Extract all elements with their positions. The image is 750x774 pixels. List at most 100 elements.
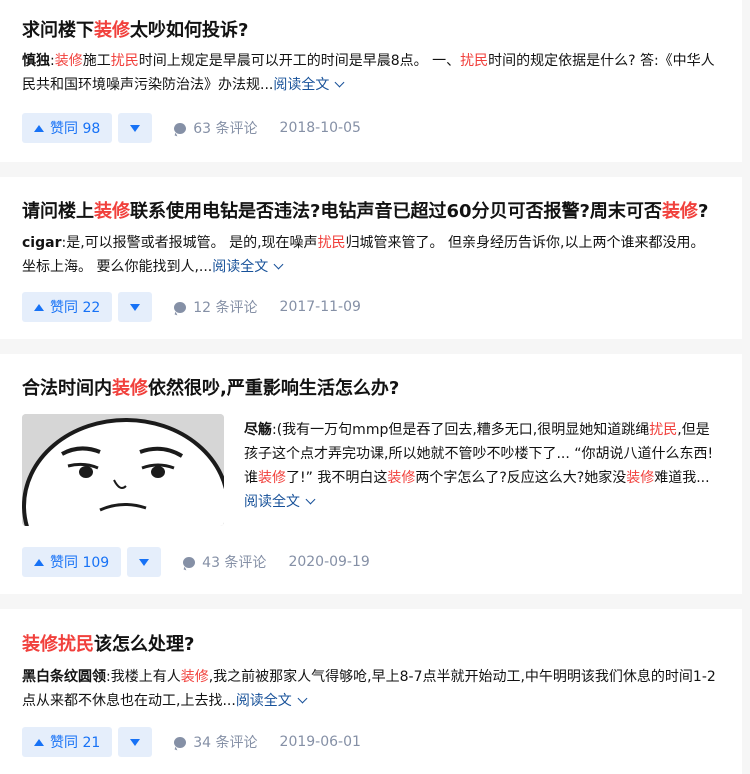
answer-card-1: 求问楼下装修太吵如何投诉? 慎独:装修施工扰民时间上规定是早晨可以开工的时间是早… [0,0,742,162]
text-segment: 依然很吵,严重影响生活怎么办? [148,378,400,399]
read-more-link[interactable]: 阅读全文 [244,494,316,510]
answer-date: 2018-10-05 [279,120,361,136]
upvote-button[interactable]: 赞同 21 [22,727,113,757]
read-more-label: 阅读全文 [235,693,292,709]
comment-bubble-icon [183,556,196,568]
read-more-label: 阅读全文 [212,259,269,275]
question-title[interactable]: 求问楼下装修太吵如何投诉? [22,18,248,44]
keyword-highlight: 装修 [387,470,416,486]
keyword-highlight: 装修 [22,634,58,655]
action-bar: 赞同 21 34 条评论 2019-06-01 [22,727,361,757]
question-title[interactable]: 请问楼上装修联系使用电钻是否违法?电钻声音已超过60分贝可否报警?周末可否装修? [22,199,708,225]
excerpt-text: 我楼上有人装修,我之前被那家人气得够呛,早上8-7点半就开始动工,中午明明该我们… [22,669,716,709]
read-more-link[interactable]: 阅读全文 [235,693,308,709]
author-name[interactable]: 尽觞 [244,422,272,438]
chevron-down-icon [305,494,316,505]
upvote-button[interactable]: 赞同 22 [22,292,113,322]
author-name[interactable]: 黑白条纹圆领 [22,669,106,685]
read-more-link[interactable]: 阅读全文 [273,77,345,93]
text-segment: ? [697,201,709,222]
text-segment: (我有一万句mmp但是吞了回去,糟多无口,很明显她知道跳绳 [276,422,650,438]
text-segment: 施工 [82,53,111,69]
answer-card-2: 请问楼上装修联系使用电钻是否违法?电钻声音已超过60分贝可否报警?周末可否装修?… [0,177,742,339]
answer-excerpt[interactable]: 慎独:装修施工扰民时间上规定是早晨可以开工的时间是早晨8点。 一、扰民时间的规定… [22,49,722,97]
read-more-link[interactable]: 阅读全文 [212,259,284,275]
author-name[interactable]: cigar [22,235,61,251]
keyword-highlight: 扰民 [649,422,678,438]
text-segment: 了!” 我不明白这 [286,470,388,486]
excerpt-text: (我有一万句mmp但是吞了回去,糟多无口,很明显她知道跳绳扰民,但是孩子这个点才… [244,422,713,486]
caret-down-icon [139,558,150,566]
keyword-highlight: 扰民 [460,53,489,69]
downvote-button[interactable] [118,113,153,143]
answer-excerpt[interactable]: 尽觞:(我有一万句mmp但是吞了回去,糟多无口,很明显她知道跳绳扰民,但是孩子这… [244,418,722,514]
answer-date: 2017-11-09 [279,299,361,315]
text-segment: 两个字怎么了?反应这么大?她家没 [415,470,627,486]
meme-face-image [22,414,224,526]
text-segment: 请问楼上 [22,201,94,222]
text-segment: 该怎么处理? [94,634,195,655]
comments-button[interactable]: 34 条评论 [174,732,258,752]
action-bar: 赞同 109 43 条评论 2020-09-19 [22,547,370,577]
upvote-label: 赞同 98 [50,121,101,137]
answer-excerpt[interactable]: cigar:是,可以报警或者报城管。 是的,现在噪声扰民归城管来管了。 但亲身经… [22,231,722,279]
keyword-highlight: 扰民 [58,634,94,655]
answer-card-3: 合法时间内装修依然很吵,严重影响生活怎么办? 尽觞:(我有一万句mmp但是吞了回… [0,354,742,594]
comments-button[interactable]: 43 条评论 [183,552,266,572]
keyword-highlight: 装修 [180,669,209,685]
keyword-highlight: 扰民 [110,53,139,69]
keyword-highlight: 装修 [94,20,130,41]
keyword-highlight: 装修 [258,470,286,486]
excerpt-text: 装修施工扰民时间上规定是早晨可以开工的时间是早晨8点。 一、扰民时间的规定依据是… [22,53,715,93]
keyword-highlight: 装修 [112,378,148,399]
comments-label: 12 条评论 [193,300,258,316]
chevron-down-icon [273,259,284,270]
text-segment: 时间上规定是早晨可以开工的时间是早晨8点。 一、 [138,53,461,69]
upvote-button[interactable]: 赞同 109 [22,547,122,577]
text-segment: 联系使用电钻是否违法?电钻声音已超过60分贝可否报警?周末可否 [130,201,662,222]
downvote-button[interactable] [127,547,162,577]
caret-up-icon [34,738,44,746]
comment-bubble-icon [174,301,187,313]
upvote-button[interactable]: 赞同 98 [22,113,113,143]
answer-date: 2020-09-19 [288,554,370,570]
comment-bubble-icon [174,736,187,748]
read-more-label: 阅读全文 [273,77,330,93]
answer-date: 2019-06-01 [279,734,361,750]
upvote-label: 赞同 22 [50,300,101,316]
keyword-highlight: 装修 [661,201,698,222]
comments-label: 63 条评论 [193,121,258,137]
author-name[interactable]: 慎独 [22,53,50,69]
text-segment: 求问楼下 [22,20,94,41]
text-segment: 难道我... [654,470,710,486]
comments-label: 34 条评论 [193,735,258,751]
caret-up-icon [34,124,44,132]
text-segment: 太吵如何投诉? [130,20,249,41]
keyword-highlight: 装修 [626,470,655,486]
keyword-highlight: 装修 [94,201,130,222]
answer-thumbnail[interactable] [22,414,224,526]
caret-up-icon [34,303,44,311]
read-more-label: 阅读全文 [244,494,300,510]
question-title[interactable]: 装修扰民该怎么处理? [22,632,194,658]
caret-down-icon [130,124,141,132]
action-bar: 赞同 98 63 条评论 2018-10-05 [22,113,361,143]
downvote-button[interactable] [118,727,153,757]
upvote-label: 赞同 109 [50,555,110,571]
downvote-button[interactable] [118,292,153,322]
comment-bubble-icon [174,122,187,134]
text-segment: 是,可以报警或者报城管。 是的,现在噪声 [66,235,318,251]
answer-card-4: 装修扰民该怎么处理? 黑白条纹圆领:我楼上有人装修,我之前被那家人气得够呛,早上… [0,609,742,774]
caret-down-icon [130,738,141,746]
chevron-down-icon [334,77,345,88]
keyword-highlight: 扰民 [317,235,346,251]
excerpt-text: 是,可以报警或者报城管。 是的,现在噪声扰民归城管来管了。 但亲身经历告诉你,以… [22,235,704,275]
answer-excerpt[interactable]: 黑白条纹圆领:我楼上有人装修,我之前被那家人气得够呛,早上8-7点半就开始动工,… [22,665,722,713]
comments-label: 43 条评论 [202,555,267,571]
comments-button[interactable]: 63 条评论 [174,118,258,138]
question-title[interactable]: 合法时间内装修依然很吵,严重影响生活怎么办? [22,376,399,402]
comments-button[interactable]: 12 条评论 [174,297,258,317]
keyword-highlight: 装修 [54,53,83,69]
caret-down-icon [130,303,141,311]
action-bar: 赞同 22 12 条评论 2017-11-09 [22,292,361,322]
